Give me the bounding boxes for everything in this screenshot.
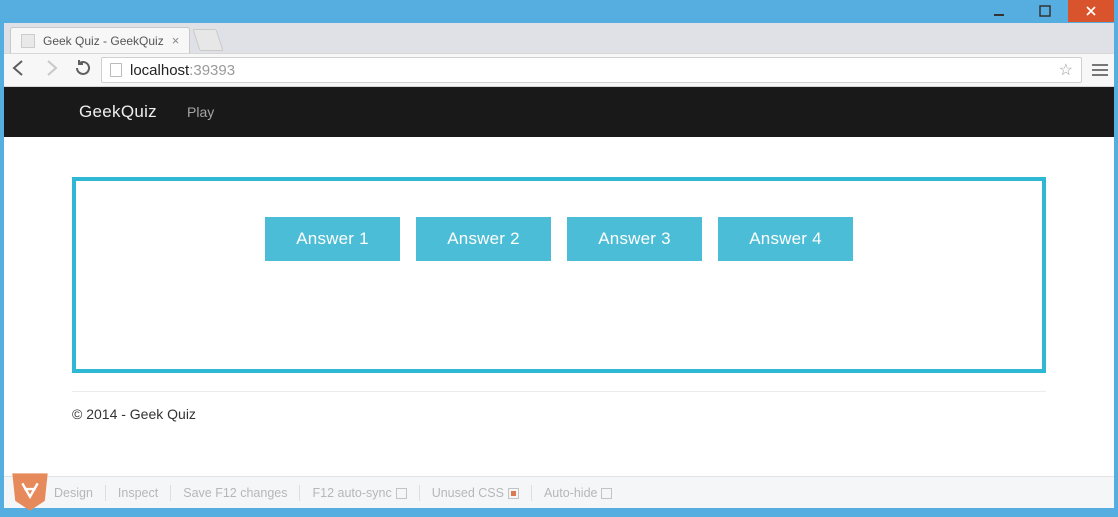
bl-autohide[interactable]: Auto-hide bbox=[544, 486, 613, 500]
bl-unused-label: Unused CSS bbox=[432, 486, 504, 500]
tab-title: Geek Quiz - GeekQuiz bbox=[43, 34, 164, 48]
site-navbar: GeekQuiz Play bbox=[4, 87, 1114, 137]
browser-frame: Geek Quiz - GeekQuiz × localhost:39393 ☆ bbox=[4, 23, 1114, 508]
close-button[interactable] bbox=[1068, 0, 1114, 22]
brand-link[interactable]: GeekQuiz bbox=[79, 102, 157, 122]
bl-save[interactable]: Save F12 changes bbox=[183, 486, 287, 500]
address-bar[interactable]: localhost:39393 ☆ bbox=[101, 57, 1082, 83]
bl-unused[interactable]: Unused CSS bbox=[432, 486, 519, 500]
url-port: :39393 bbox=[189, 62, 235, 79]
bl-autosync-label: F12 auto-sync bbox=[312, 486, 391, 500]
minimize-button[interactable] bbox=[976, 0, 1022, 22]
separator bbox=[170, 485, 171, 501]
separator bbox=[419, 485, 420, 501]
quiz-panel: Answer 1 Answer 2 Answer 3 Answer 4 bbox=[72, 177, 1046, 373]
favicon-icon bbox=[21, 34, 35, 48]
answer-button-2[interactable]: Answer 2 bbox=[416, 217, 551, 261]
browserlink-toolbar: Design Inspect Save F12 changes F12 auto… bbox=[4, 476, 1114, 508]
nav-link-play[interactable]: Play bbox=[187, 104, 214, 120]
page-viewport: GeekQuiz Play Answer 1 Answer 2 Answer 3… bbox=[4, 87, 1114, 508]
footer-copyright: © 2014 - Geek Quiz bbox=[72, 406, 1046, 422]
separator bbox=[299, 485, 300, 501]
back-button[interactable] bbox=[10, 59, 28, 82]
toolbar: localhost:39393 ☆ bbox=[4, 53, 1114, 87]
bookmark-star-icon[interactable]: ☆ bbox=[1059, 60, 1073, 80]
separator bbox=[531, 485, 532, 501]
bl-inspect[interactable]: Inspect bbox=[118, 486, 158, 500]
forward-button[interactable] bbox=[42, 59, 60, 82]
answer-button-4[interactable]: Answer 4 bbox=[718, 217, 853, 261]
url-host: localhost bbox=[130, 62, 189, 79]
answer-button-3[interactable]: Answer 3 bbox=[567, 217, 702, 261]
bl-autosync[interactable]: F12 auto-sync bbox=[312, 486, 406, 500]
checkbox-icon[interactable] bbox=[508, 488, 519, 499]
bl-design[interactable]: Design bbox=[54, 486, 93, 500]
divider bbox=[72, 391, 1046, 392]
os-titlebar bbox=[0, 0, 1118, 23]
checkbox-icon[interactable] bbox=[396, 488, 407, 499]
page-icon bbox=[110, 63, 122, 77]
menu-button[interactable] bbox=[1092, 64, 1108, 76]
answer-button-1[interactable]: Answer 1 bbox=[265, 217, 400, 261]
reload-button[interactable] bbox=[74, 59, 91, 81]
page-body: Answer 1 Answer 2 Answer 3 Answer 4 © 20… bbox=[4, 137, 1114, 508]
tab-close-icon[interactable]: × bbox=[172, 33, 180, 48]
maximize-button[interactable] bbox=[1022, 0, 1068, 22]
nav-buttons bbox=[10, 59, 91, 82]
tab-strip: Geek Quiz - GeekQuiz × bbox=[4, 23, 1114, 53]
separator bbox=[105, 485, 106, 501]
checkbox-icon[interactable] bbox=[601, 488, 612, 499]
bl-autohide-label: Auto-hide bbox=[544, 486, 598, 500]
vs-shield-icon[interactable] bbox=[10, 470, 50, 512]
new-tab-button[interactable] bbox=[193, 29, 224, 51]
browser-tab[interactable]: Geek Quiz - GeekQuiz × bbox=[10, 27, 190, 53]
url-text: localhost:39393 bbox=[130, 62, 235, 79]
